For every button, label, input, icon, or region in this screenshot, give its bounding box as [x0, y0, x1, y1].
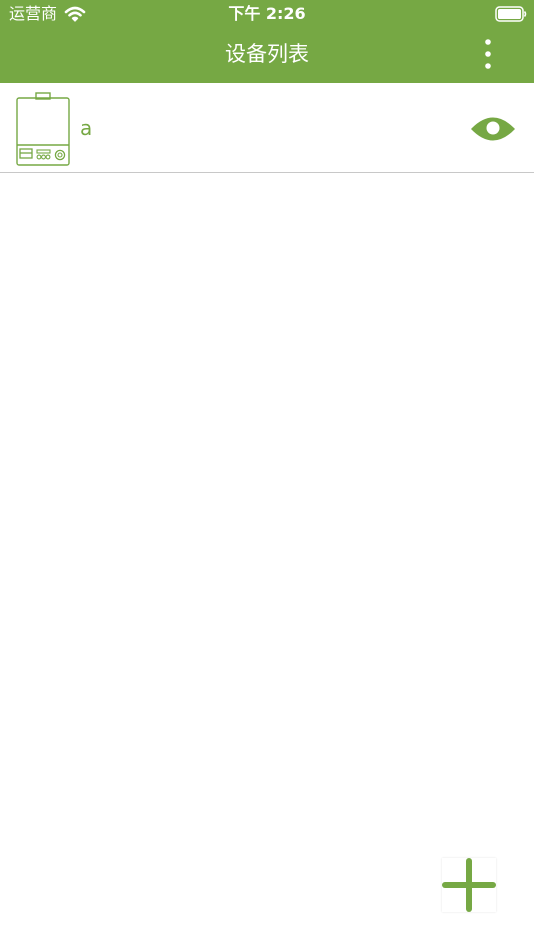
device-list-item[interactable]: a: [0, 83, 534, 173]
status-bar: 运营商 下午 2:26: [0, 0, 534, 28]
water-heater-icon: [15, 92, 71, 166]
device-name: a: [80, 116, 93, 140]
eye-icon: [471, 117, 515, 141]
add-device-button[interactable]: [442, 858, 496, 912]
app-header: 运营商 下午 2:26 设备列表: [0, 0, 534, 83]
status-time: 下午 2:26: [228, 4, 306, 23]
page-title: 设备列表: [225, 42, 309, 66]
plus-icon: [442, 858, 496, 912]
more-options-button[interactable]: [472, 36, 504, 72]
view-device-button[interactable]: [470, 111, 516, 147]
more-vertical-icon: [485, 39, 491, 69]
battery-icon: [495, 6, 527, 22]
